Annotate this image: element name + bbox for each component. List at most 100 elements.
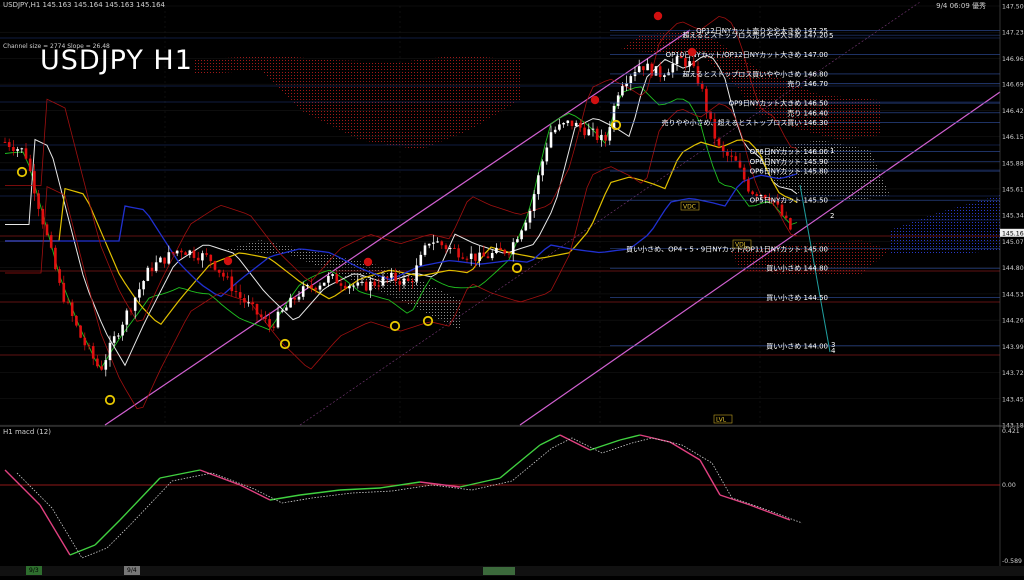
macd-zero-label: 0.00 (1002, 482, 1016, 489)
candle-body (537, 175, 540, 195)
price-chart[interactable]: OP12日NYカット売りやや大きめ 147.25超えるとストップロス売りやや大き… (0, 0, 1024, 576)
candle-body (369, 281, 372, 291)
price-tick-label: 147.230 (1002, 30, 1024, 37)
candle-body (180, 250, 183, 253)
candle-body (142, 281, 145, 290)
candle-body (230, 276, 234, 292)
candle-body (91, 346, 95, 359)
level-label: 売りやや小さめ、超えるとストップロス買い 146.30 (661, 118, 828, 127)
candle-body (385, 276, 389, 278)
candle-body (150, 267, 154, 271)
price-tick-label: 143.725 (1002, 370, 1024, 377)
candle-body (558, 124, 561, 130)
candle-body (20, 148, 24, 150)
wave-label: 5 (829, 32, 833, 40)
candle-body (495, 247, 498, 253)
price-tick-label: 145.076 (1002, 239, 1024, 246)
candle-body (163, 257, 166, 264)
candle-body (415, 265, 418, 282)
candle-body (226, 276, 229, 278)
candle-body (112, 336, 116, 343)
candle-body (167, 252, 171, 264)
price-tick-label: 146.695 (1002, 82, 1024, 89)
price-tick-label: 144.806 (1002, 265, 1024, 272)
candle-body (293, 297, 297, 300)
candle-body (243, 298, 246, 303)
candle-body (373, 281, 376, 286)
candle-body (33, 171, 36, 194)
price-tick-label: 146.425 (1002, 108, 1024, 115)
price-tick-label: 145.616 (1002, 186, 1024, 193)
candle-body (608, 127, 612, 141)
level-label: 超えるとストップロス買いやや小さめ 146.80 (682, 70, 828, 79)
candle-body (616, 95, 620, 106)
candle-body (159, 257, 162, 263)
candle-body (356, 282, 360, 286)
candle-body (188, 250, 192, 255)
candle-body (482, 252, 486, 257)
candle-body (209, 254, 213, 262)
price-tick-label: 147.500 (1002, 4, 1024, 11)
candle-body (528, 210, 532, 223)
candle-body (566, 120, 570, 123)
candle-body (117, 335, 120, 337)
candle-body (583, 127, 586, 136)
candle-body (255, 304, 259, 315)
candle-body (524, 222, 528, 231)
scroll-thumb[interactable] (483, 567, 515, 575)
macd-label: H1 macd (12) (3, 428, 51, 436)
level-label: 買い小さめ 144.50 (766, 293, 828, 302)
candle-body (217, 269, 221, 273)
candle-body (62, 282, 66, 302)
level-label: OP6日NYカット 145.80 (750, 168, 828, 176)
candle-body (285, 307, 288, 311)
level-label: 買い小さめ 144.80 (766, 264, 828, 273)
sell-signal-icon (653, 11, 663, 21)
candle-body (747, 179, 750, 192)
candle-body (7, 142, 11, 147)
candle-body (780, 204, 784, 216)
candle-body (700, 83, 704, 89)
candle-body (705, 88, 708, 112)
candle-body (532, 194, 536, 211)
candle-body (49, 235, 53, 248)
candle-body (335, 274, 339, 284)
candle-body (360, 281, 364, 283)
candle-body (348, 286, 351, 289)
candle-body (688, 61, 691, 67)
candle-body (343, 285, 347, 289)
candle-body (612, 105, 616, 128)
candle-body (96, 358, 99, 367)
wave-label: 1 (830, 147, 834, 155)
candle-body (440, 241, 444, 246)
candle-body (499, 247, 502, 250)
candle-body (205, 253, 208, 255)
tab-day-2[interactable]: 9/4 (124, 566, 140, 575)
level-label: OP9日NYカット大きめ 146.50 (729, 99, 828, 108)
candle-body (146, 267, 150, 281)
tab-day-1-label: 9/3 (29, 567, 39, 574)
candle-body (642, 66, 645, 71)
chart-window[interactable]: OP12日NYカット売りやや大きめ 147.25 超えるとストップロス売りやや大き… (0, 0, 1024, 576)
candle-body (364, 281, 368, 291)
candle-body (474, 253, 477, 261)
timestamp: 9/4 06:09 優秀 (936, 2, 986, 10)
level-label: OP6日NYカット 146.00 (750, 148, 828, 156)
candle-body (457, 248, 460, 258)
candle-body (381, 276, 385, 286)
price-tick-label: 145.885 (1002, 160, 1024, 167)
candle-body (406, 278, 410, 282)
tab-day-1[interactable]: 9/3 (26, 566, 42, 575)
wave-label: 4 (831, 347, 836, 355)
candle-body (734, 156, 738, 161)
candle-body (478, 252, 481, 261)
wave-label: 2 (830, 212, 834, 220)
level-label: 売り 146.70 (787, 79, 828, 88)
candle-body (28, 158, 32, 172)
candle-body (516, 239, 519, 243)
candle-body (318, 285, 322, 290)
candle-body (377, 285, 381, 287)
candle-body (276, 311, 280, 328)
candle-body (390, 272, 393, 278)
candle-body (121, 324, 124, 336)
